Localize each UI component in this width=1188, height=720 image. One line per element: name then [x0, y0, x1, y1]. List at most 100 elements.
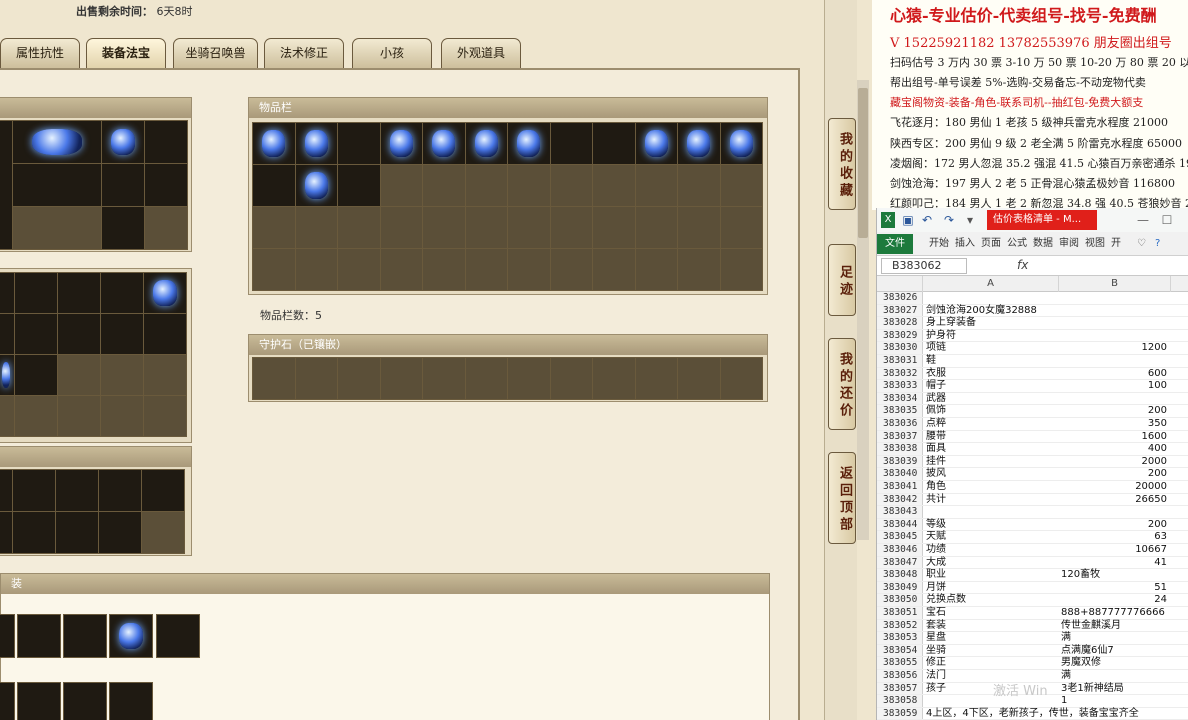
equip-slot[interactable]	[145, 121, 187, 163]
cell-a[interactable]: 兑换点数	[926, 594, 1058, 607]
cell-a[interactable]: 天赋	[926, 531, 1058, 544]
cell-b[interactable]: 26650	[1061, 494, 1167, 507]
inventory-item[interactable]	[635, 123, 677, 164]
inventory-item[interactable]	[338, 165, 380, 206]
row-number[interactable]: 383055	[877, 657, 923, 669]
help-icon[interactable]: ?	[1155, 235, 1160, 253]
cell-a[interactable]: 腰带	[926, 431, 1058, 444]
equip-slot[interactable]	[102, 164, 144, 206]
cell-a[interactable]: 大成	[926, 557, 1058, 570]
item-slot[interactable]	[101, 314, 143, 354]
cell-a[interactable]: 修正	[926, 657, 1058, 670]
cell-b[interactable]: 满	[1061, 632, 1167, 645]
cell-b[interactable]: 350	[1061, 418, 1167, 431]
cell-b[interactable]: 200	[1061, 519, 1167, 532]
cell-a[interactable]: 护身符	[926, 330, 1058, 343]
ribbon-tab-formula[interactable]: 公式	[1007, 235, 1027, 253]
tab-equipment[interactable]: 装备法宝	[86, 38, 166, 68]
row-number[interactable]: 383051	[877, 607, 923, 619]
row-number[interactable]: 383058	[877, 695, 923, 707]
cell-b[interactable]: 120畜牧	[1061, 569, 1167, 582]
inventory-item[interactable]	[465, 123, 507, 164]
cell-a[interactable]: 项链	[926, 342, 1058, 355]
cell-a[interactable]: 面具	[926, 443, 1058, 456]
row-number[interactable]: 383059	[877, 707, 923, 720]
ribbon-collapse-icon[interactable]: ♡	[1137, 235, 1146, 253]
row-number[interactable]: 383045	[877, 531, 923, 543]
pet-slot[interactable]	[0, 512, 12, 553]
item-slot[interactable]	[0, 273, 14, 313]
cell-b[interactable]: 63	[1061, 531, 1167, 544]
ribbon-tab-insert[interactable]: 插入	[955, 235, 975, 253]
inventory-item[interactable]	[550, 123, 592, 164]
tab-mounts-pets[interactable]: 坐骑召唤兽	[173, 38, 258, 68]
equip-slot[interactable]	[102, 207, 144, 249]
ribbon-tab-review[interactable]: 审阅	[1059, 235, 1079, 253]
tab-children[interactable]: 小孩	[352, 38, 432, 68]
column-header-a[interactable]: A	[923, 276, 1059, 292]
cell-b[interactable]: 男魔双修	[1061, 657, 1167, 670]
row-number[interactable]: 383027	[877, 304, 923, 317]
row-number[interactable]: 383033	[877, 380, 923, 392]
cell-b[interactable]: 888+887777776666	[1061, 607, 1167, 620]
pet-slot[interactable]	[142, 470, 184, 511]
inventory-item[interactable]	[295, 165, 337, 206]
inventory-item[interactable]	[338, 123, 380, 164]
appearance-item[interactable]	[0, 682, 15, 720]
cell-a[interactable]: 共计	[926, 494, 1058, 507]
inventory-item[interactable]	[295, 123, 337, 164]
row-number[interactable]: 383041	[877, 481, 923, 493]
cell-a[interactable]: 衣服	[926, 368, 1058, 381]
save-icon[interactable]: ▣	[901, 212, 915, 228]
item-slot[interactable]	[144, 273, 186, 313]
appearance-item[interactable]	[63, 682, 107, 720]
cell-b[interactable]: 51	[1061, 582, 1167, 595]
row-number[interactable]: 383044	[877, 518, 923, 531]
undo-icon[interactable]: ↶	[919, 212, 935, 228]
row-number[interactable]: 383048	[877, 569, 923, 581]
item-slot[interactable]	[15, 314, 57, 354]
appearance-item[interactable]	[17, 614, 61, 658]
customize-toolbar-icon[interactable]: ▾	[963, 212, 977, 228]
equip-slot[interactable]	[145, 164, 187, 206]
row-number[interactable]: 383053	[877, 632, 923, 644]
row-number[interactable]: 383042	[877, 493, 923, 506]
appearance-item[interactable]	[109, 682, 153, 720]
cell-b[interactable]: 24	[1061, 594, 1167, 607]
row-number[interactable]: 383034	[877, 392, 923, 405]
item-slot[interactable]	[58, 314, 100, 354]
cell-b[interactable]: 10667	[1061, 544, 1167, 557]
cell-a[interactable]: 坐骑	[926, 645, 1058, 658]
cell-b[interactable]: 点满魔6仙7	[1061, 645, 1167, 658]
cell-b[interactable]: 400	[1061, 443, 1167, 456]
row-number[interactable]: 383031	[877, 355, 923, 367]
appearance-item[interactable]	[17, 682, 61, 720]
row-number[interactable]: 383030	[877, 342, 923, 354]
row-number[interactable]: 383039	[877, 455, 923, 468]
select-all-corner[interactable]	[877, 276, 923, 292]
cell-a[interactable]: 等级	[926, 519, 1058, 532]
cell-a[interactable]: 剑蚀沧海200女魔32888	[926, 305, 1058, 318]
scrollbar-thumb[interactable]	[858, 88, 868, 238]
my-favorites-button[interactable]: 我的收藏	[828, 118, 856, 210]
ribbon-tab-file[interactable]: 文件	[877, 234, 913, 254]
row-number[interactable]: 383035	[877, 405, 923, 417]
cell-a[interactable]: 角色	[926, 481, 1058, 494]
pet-slot[interactable]	[56, 470, 98, 511]
inventory-item[interactable]	[593, 123, 635, 164]
pet-slot[interactable]	[13, 470, 55, 511]
ribbon-tab-home[interactable]: 开始	[929, 235, 949, 253]
equip-slot[interactable]	[13, 121, 101, 163]
equip-slot[interactable]	[102, 121, 144, 163]
inventory-item[interactable]	[508, 123, 550, 164]
name-box[interactable]: B383062	[881, 258, 967, 274]
inventory-item[interactable]	[380, 123, 422, 164]
pet-slot[interactable]	[13, 512, 55, 553]
cell-b[interactable]: 1600	[1061, 431, 1167, 444]
column-header-b[interactable]: B	[1059, 276, 1171, 292]
row-number[interactable]: 383054	[877, 644, 923, 657]
cell-b[interactable]: 3老1新神结局	[1061, 683, 1167, 696]
cell-b[interactable]: 满	[1061, 670, 1167, 683]
inventory-item[interactable]	[253, 123, 295, 164]
equip-slot[interactable]	[13, 164, 101, 206]
